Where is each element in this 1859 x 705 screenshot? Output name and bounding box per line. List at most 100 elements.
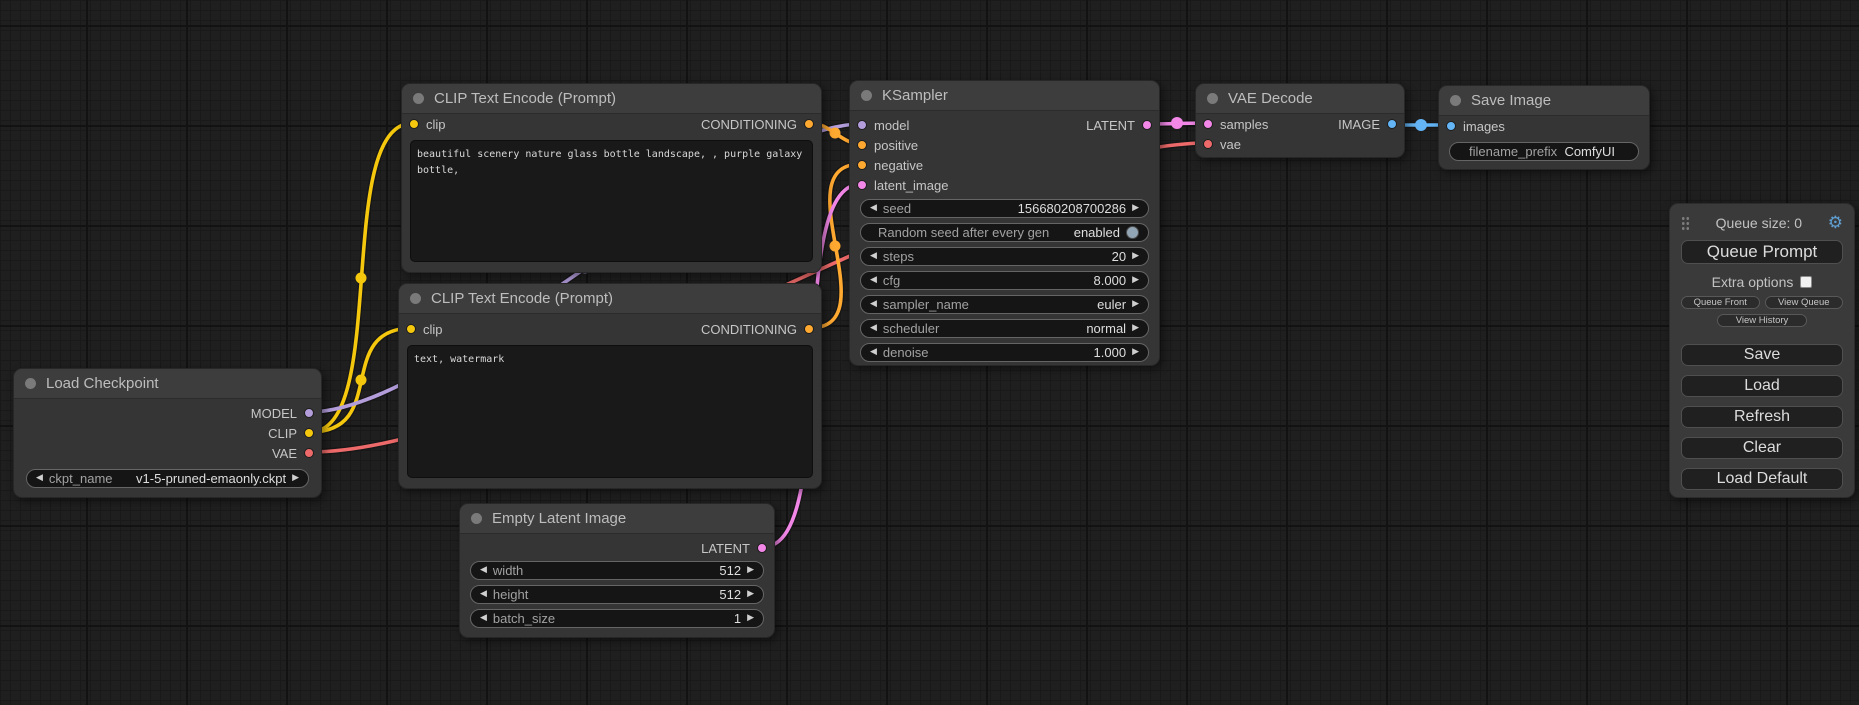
node-title-bar[interactable]: Save Image <box>1439 86 1649 116</box>
output-port-vae[interactable] <box>304 448 314 458</box>
output-port-clip[interactable] <box>304 428 314 438</box>
output-label-latent: LATENT <box>701 541 750 556</box>
height-widget[interactable]: ◀ height 512 ▶ <box>470 585 764 604</box>
random-seed-toggle-widget[interactable]: Random seed after every gen enabled <box>860 223 1149 242</box>
increment-arrow-icon[interactable]: ▶ <box>292 474 299 483</box>
node-title-bar[interactable]: Load Checkpoint <box>14 369 321 399</box>
refresh-button[interactable]: Refresh <box>1681 406 1843 428</box>
collapse-dot-icon[interactable] <box>471 513 482 524</box>
increment-arrow-icon[interactable]: ▶ <box>747 566 754 575</box>
sampler-name-widget[interactable]: ◀ sampler_name euler ▶ <box>860 295 1149 314</box>
node-graph-canvas[interactable]: Load Checkpoint MODEL CLIP VAE ◀ ckpt_na… <box>0 0 1859 705</box>
collapse-dot-icon[interactable] <box>861 90 872 101</box>
extra-options-checkbox[interactable] <box>1800 276 1812 288</box>
decrement-arrow-icon[interactable]: ◀ <box>480 590 487 599</box>
output-port-conditioning[interactable] <box>804 119 814 129</box>
node-load-checkpoint[interactable]: Load Checkpoint MODEL CLIP VAE ◀ ckpt_na… <box>13 368 322 498</box>
prompt-text-input[interactable]: beautiful scenery nature glass bottle la… <box>410 140 813 262</box>
node-vae-decode[interactable]: VAE Decode samples IMAGE vae <box>1195 83 1405 158</box>
input-port-positive[interactable] <box>857 140 867 150</box>
widget-value: euler <box>1097 297 1126 312</box>
seed-widget[interactable]: ◀ seed 156680208700286 ▶ <box>860 199 1149 218</box>
widget-value: 512 <box>719 587 741 602</box>
drag-handle-icon[interactable] <box>1681 216 1690 231</box>
increment-arrow-icon[interactable]: ▶ <box>1132 276 1139 285</box>
increment-arrow-icon[interactable]: ▶ <box>1132 300 1139 309</box>
decrement-arrow-icon[interactable]: ◀ <box>870 300 877 309</box>
output-port-latent[interactable] <box>757 543 767 553</box>
collapse-dot-icon[interactable] <box>1207 93 1218 104</box>
collapse-dot-icon[interactable] <box>410 293 421 304</box>
increment-arrow-icon[interactable]: ▶ <box>747 590 754 599</box>
output-port-model[interactable] <box>304 408 314 418</box>
decrement-arrow-icon[interactable]: ◀ <box>36 474 43 483</box>
prompt-text-input[interactable]: text, watermark <box>407 345 813 478</box>
input-port-clip[interactable] <box>409 119 419 129</box>
steps-widget[interactable]: ◀ steps 20 ▶ <box>860 247 1149 266</box>
node-title-bar[interactable]: KSampler <box>850 81 1159 111</box>
decrement-arrow-icon[interactable]: ◀ <box>870 252 877 261</box>
batch-size-widget[interactable]: ◀ batch_size 1 ▶ <box>470 609 764 628</box>
node-clip-text-encode-negative[interactable]: CLIP Text Encode (Prompt) clip CONDITION… <box>398 283 822 489</box>
widget-label: Random seed after every gen <box>878 225 1049 240</box>
collapse-dot-icon[interactable] <box>25 378 36 389</box>
filename-prefix-widget[interactable]: filename_prefix ComfyUI <box>1449 142 1639 161</box>
increment-arrow-icon[interactable]: ▶ <box>1132 204 1139 213</box>
queue-front-button[interactable]: Queue Front <box>1681 296 1760 309</box>
increment-arrow-icon[interactable]: ▶ <box>1132 252 1139 261</box>
queue-prompt-button[interactable]: Queue Prompt <box>1681 240 1843 264</box>
load-button[interactable]: Load <box>1681 375 1843 397</box>
input-port-vae[interactable] <box>1203 139 1213 149</box>
denoise-widget[interactable]: ◀ denoise 1.000 ▶ <box>860 343 1149 362</box>
view-queue-button[interactable]: View Queue <box>1765 296 1844 309</box>
widget-value: 512 <box>719 563 741 578</box>
load-default-button[interactable]: Load Default <box>1681 468 1843 490</box>
input-port-latent-image[interactable] <box>857 180 867 190</box>
wire-midpoint-dot <box>1171 117 1183 129</box>
widget-value: ComfyUI <box>1564 144 1615 159</box>
gear-icon[interactable]: ⚙ <box>1828 215 1843 232</box>
decrement-arrow-icon[interactable]: ◀ <box>480 566 487 575</box>
collapse-dot-icon[interactable] <box>413 93 424 104</box>
output-port-conditioning[interactable] <box>804 324 814 334</box>
input-port-model[interactable] <box>857 120 867 130</box>
widget-value: enabled <box>1074 225 1120 240</box>
node-save-image[interactable]: Save Image images filename_prefix ComfyU… <box>1438 85 1650 170</box>
toggle-icon[interactable] <box>1126 226 1139 239</box>
width-widget[interactable]: ◀ width 512 ▶ <box>470 561 764 580</box>
input-label-images: images <box>1463 119 1505 134</box>
increment-arrow-icon[interactable]: ▶ <box>1132 324 1139 333</box>
save-button[interactable]: Save <box>1681 344 1843 366</box>
node-title-bar[interactable]: Empty Latent Image <box>460 504 774 534</box>
decrement-arrow-icon[interactable]: ◀ <box>870 348 877 357</box>
input-port-clip[interactable] <box>406 324 416 334</box>
clear-button[interactable]: Clear <box>1681 437 1843 459</box>
extra-options-label: Extra options <box>1712 274 1794 290</box>
output-port-latent[interactable] <box>1142 120 1152 130</box>
node-title-bar[interactable]: VAE Decode <box>1196 84 1404 114</box>
ckpt-name-widget[interactable]: ◀ ckpt_name v1-5-pruned-emaonly.ckpt ▶ <box>26 469 309 488</box>
decrement-arrow-icon[interactable]: ◀ <box>480 614 487 623</box>
collapse-dot-icon[interactable] <box>1450 95 1461 106</box>
scheduler-widget[interactable]: ◀ scheduler normal ▶ <box>860 319 1149 338</box>
widget-label: cfg <box>883 273 900 288</box>
node-title: CLIP Text Encode (Prompt) <box>434 90 616 107</box>
increment-arrow-icon[interactable]: ▶ <box>747 614 754 623</box>
decrement-arrow-icon[interactable]: ◀ <box>870 324 877 333</box>
input-port-samples[interactable] <box>1203 119 1213 129</box>
node-title-bar[interactable]: CLIP Text Encode (Prompt) <box>402 84 821 114</box>
node-title-bar[interactable]: CLIP Text Encode (Prompt) <box>399 284 821 314</box>
view-history-button[interactable]: View History <box>1717 314 1807 327</box>
output-port-image[interactable] <box>1387 119 1397 129</box>
cfg-widget[interactable]: ◀ cfg 8.000 ▶ <box>860 271 1149 290</box>
node-ksampler[interactable]: KSampler LATENT model positive negative … <box>849 80 1160 366</box>
input-port-images[interactable] <box>1446 121 1456 131</box>
node-empty-latent-image[interactable]: Empty Latent Image LATENT ◀ width 512 ▶ … <box>459 503 775 638</box>
increment-arrow-icon[interactable]: ▶ <box>1132 348 1139 357</box>
node-title: VAE Decode <box>1228 90 1313 107</box>
node-clip-text-encode-positive[interactable]: CLIP Text Encode (Prompt) clip CONDITION… <box>401 83 822 273</box>
input-port-negative[interactable] <box>857 160 867 170</box>
decrement-arrow-icon[interactable]: ◀ <box>870 276 877 285</box>
decrement-arrow-icon[interactable]: ◀ <box>870 204 877 213</box>
widget-value: 8.000 <box>1094 273 1127 288</box>
